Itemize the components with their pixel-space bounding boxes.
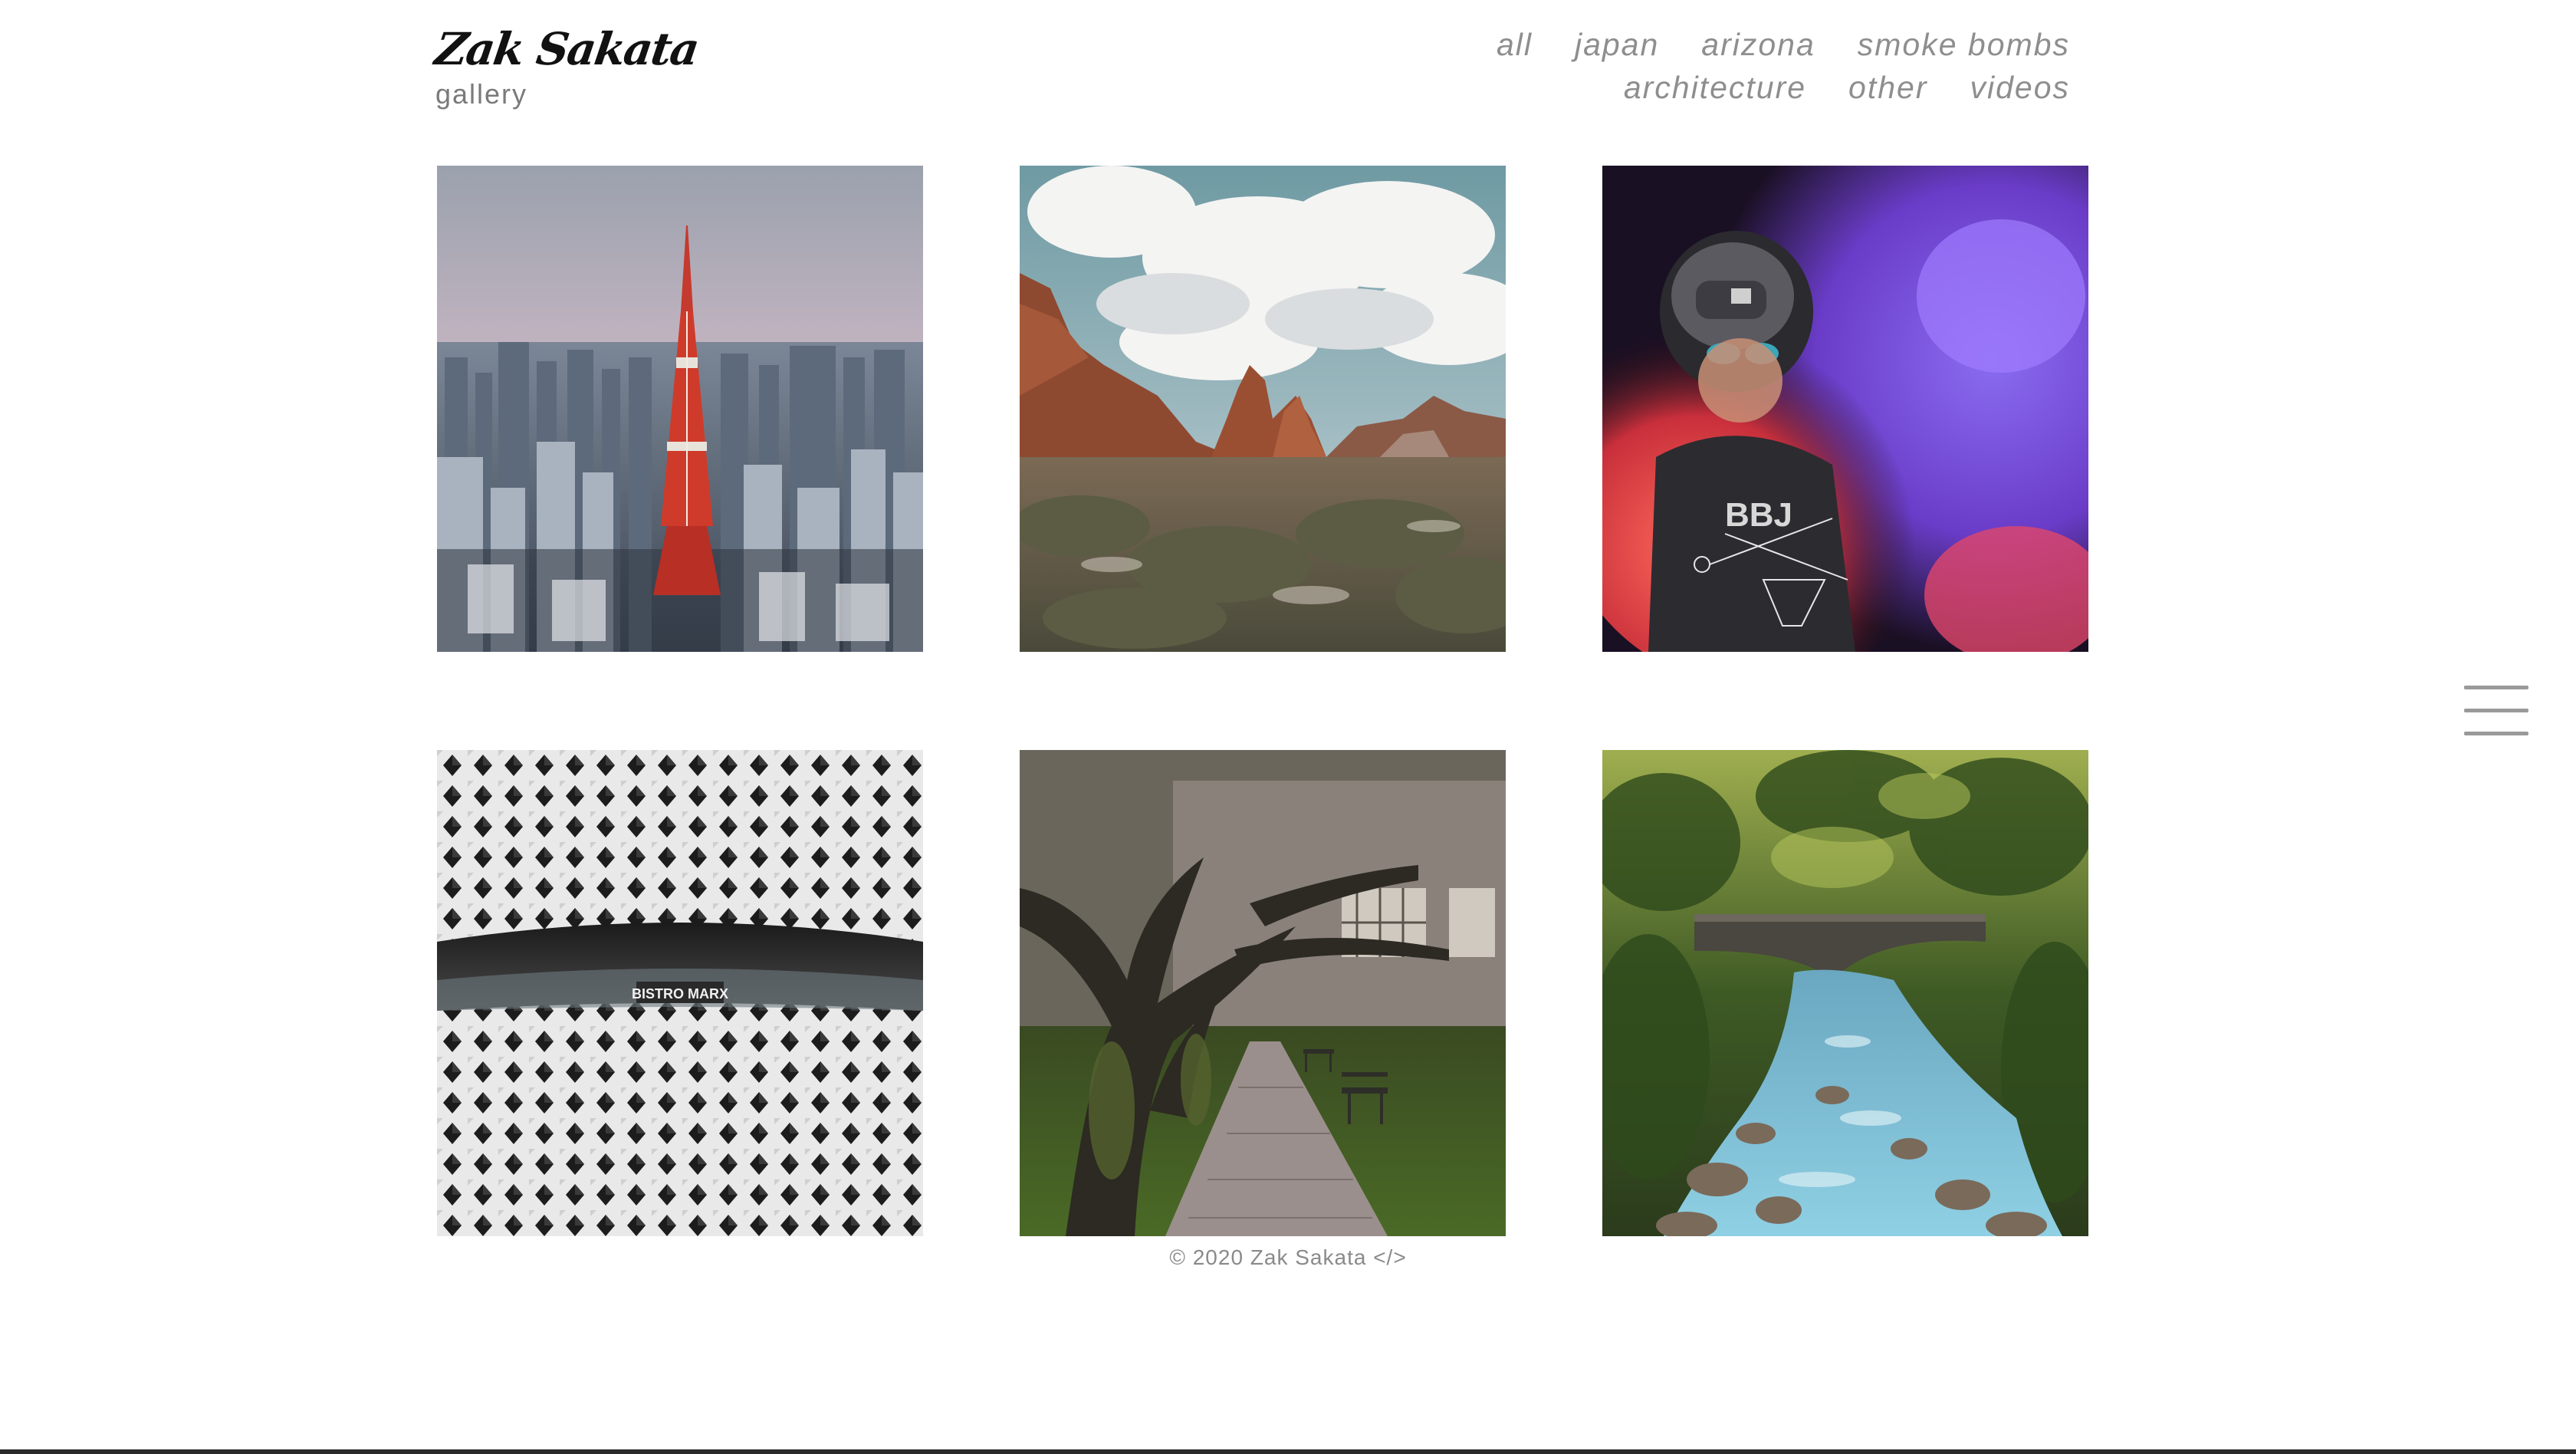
gallery-photo-arizona[interactable]	[1020, 166, 1506, 652]
gallery-photo-campus-path[interactable]	[1020, 750, 1506, 1236]
menu-line-middle	[2464, 709, 2528, 712]
smoke-portrait-image: BBJ	[1602, 166, 2088, 652]
nav-link-smoke-bombs[interactable]: smoke bombs	[1858, 27, 2070, 63]
site-title: Zak Sakata	[432, 23, 702, 75]
menu-line-top	[2464, 686, 2528, 689]
category-nav: all japan arizona smoke bombs architectu…	[1497, 23, 2070, 109]
menu-line-bottom	[2464, 732, 2528, 735]
bistro-sign: BISTRO MARX	[632, 986, 728, 1002]
architecture-facade-image: BISTRO MARX	[437, 750, 923, 1236]
arizona-rocks-image	[1020, 166, 1506, 652]
nav-link-videos[interactable]: videos	[1970, 70, 2070, 106]
nav-link-arizona[interactable]: arizona	[1701, 27, 1815, 63]
gallery-photo-forest-river[interactable]	[1602, 750, 2088, 1236]
campus-path-image	[1020, 750, 1506, 1236]
gallery-photo-tokyo-tower[interactable]	[437, 166, 923, 652]
footer-copyright: © 2020 Zak Sakata </>	[1169, 1245, 1407, 1269]
nav-row-bottom: architecture other videos	[1497, 66, 2070, 109]
gallery-photo-architecture[interactable]: BISTRO MARX	[437, 750, 923, 1236]
tokyo-tower-image	[437, 166, 923, 652]
svg-text:BBJ: BBJ	[1725, 496, 1792, 534]
nav-row-top: all japan arizona smoke bombs	[1497, 23, 2070, 66]
forest-river-image	[1602, 750, 2088, 1236]
nav-link-other[interactable]: other	[1848, 70, 1927, 106]
hamburger-menu-icon[interactable]	[2464, 683, 2528, 741]
nav-link-all[interactable]: all	[1497, 27, 1533, 63]
nav-link-architecture[interactable]: architecture	[1624, 70, 1806, 106]
gallery-photo-smoke-bomb[interactable]: BBJ	[1602, 166, 2088, 652]
site-subtitle: gallery	[435, 78, 528, 110]
nav-link-japan[interactable]: japan	[1575, 27, 1659, 63]
page-bottom-edge	[0, 1449, 2576, 1454]
site-logo-link[interactable]: Zak Sakata gallery	[432, 20, 701, 110]
